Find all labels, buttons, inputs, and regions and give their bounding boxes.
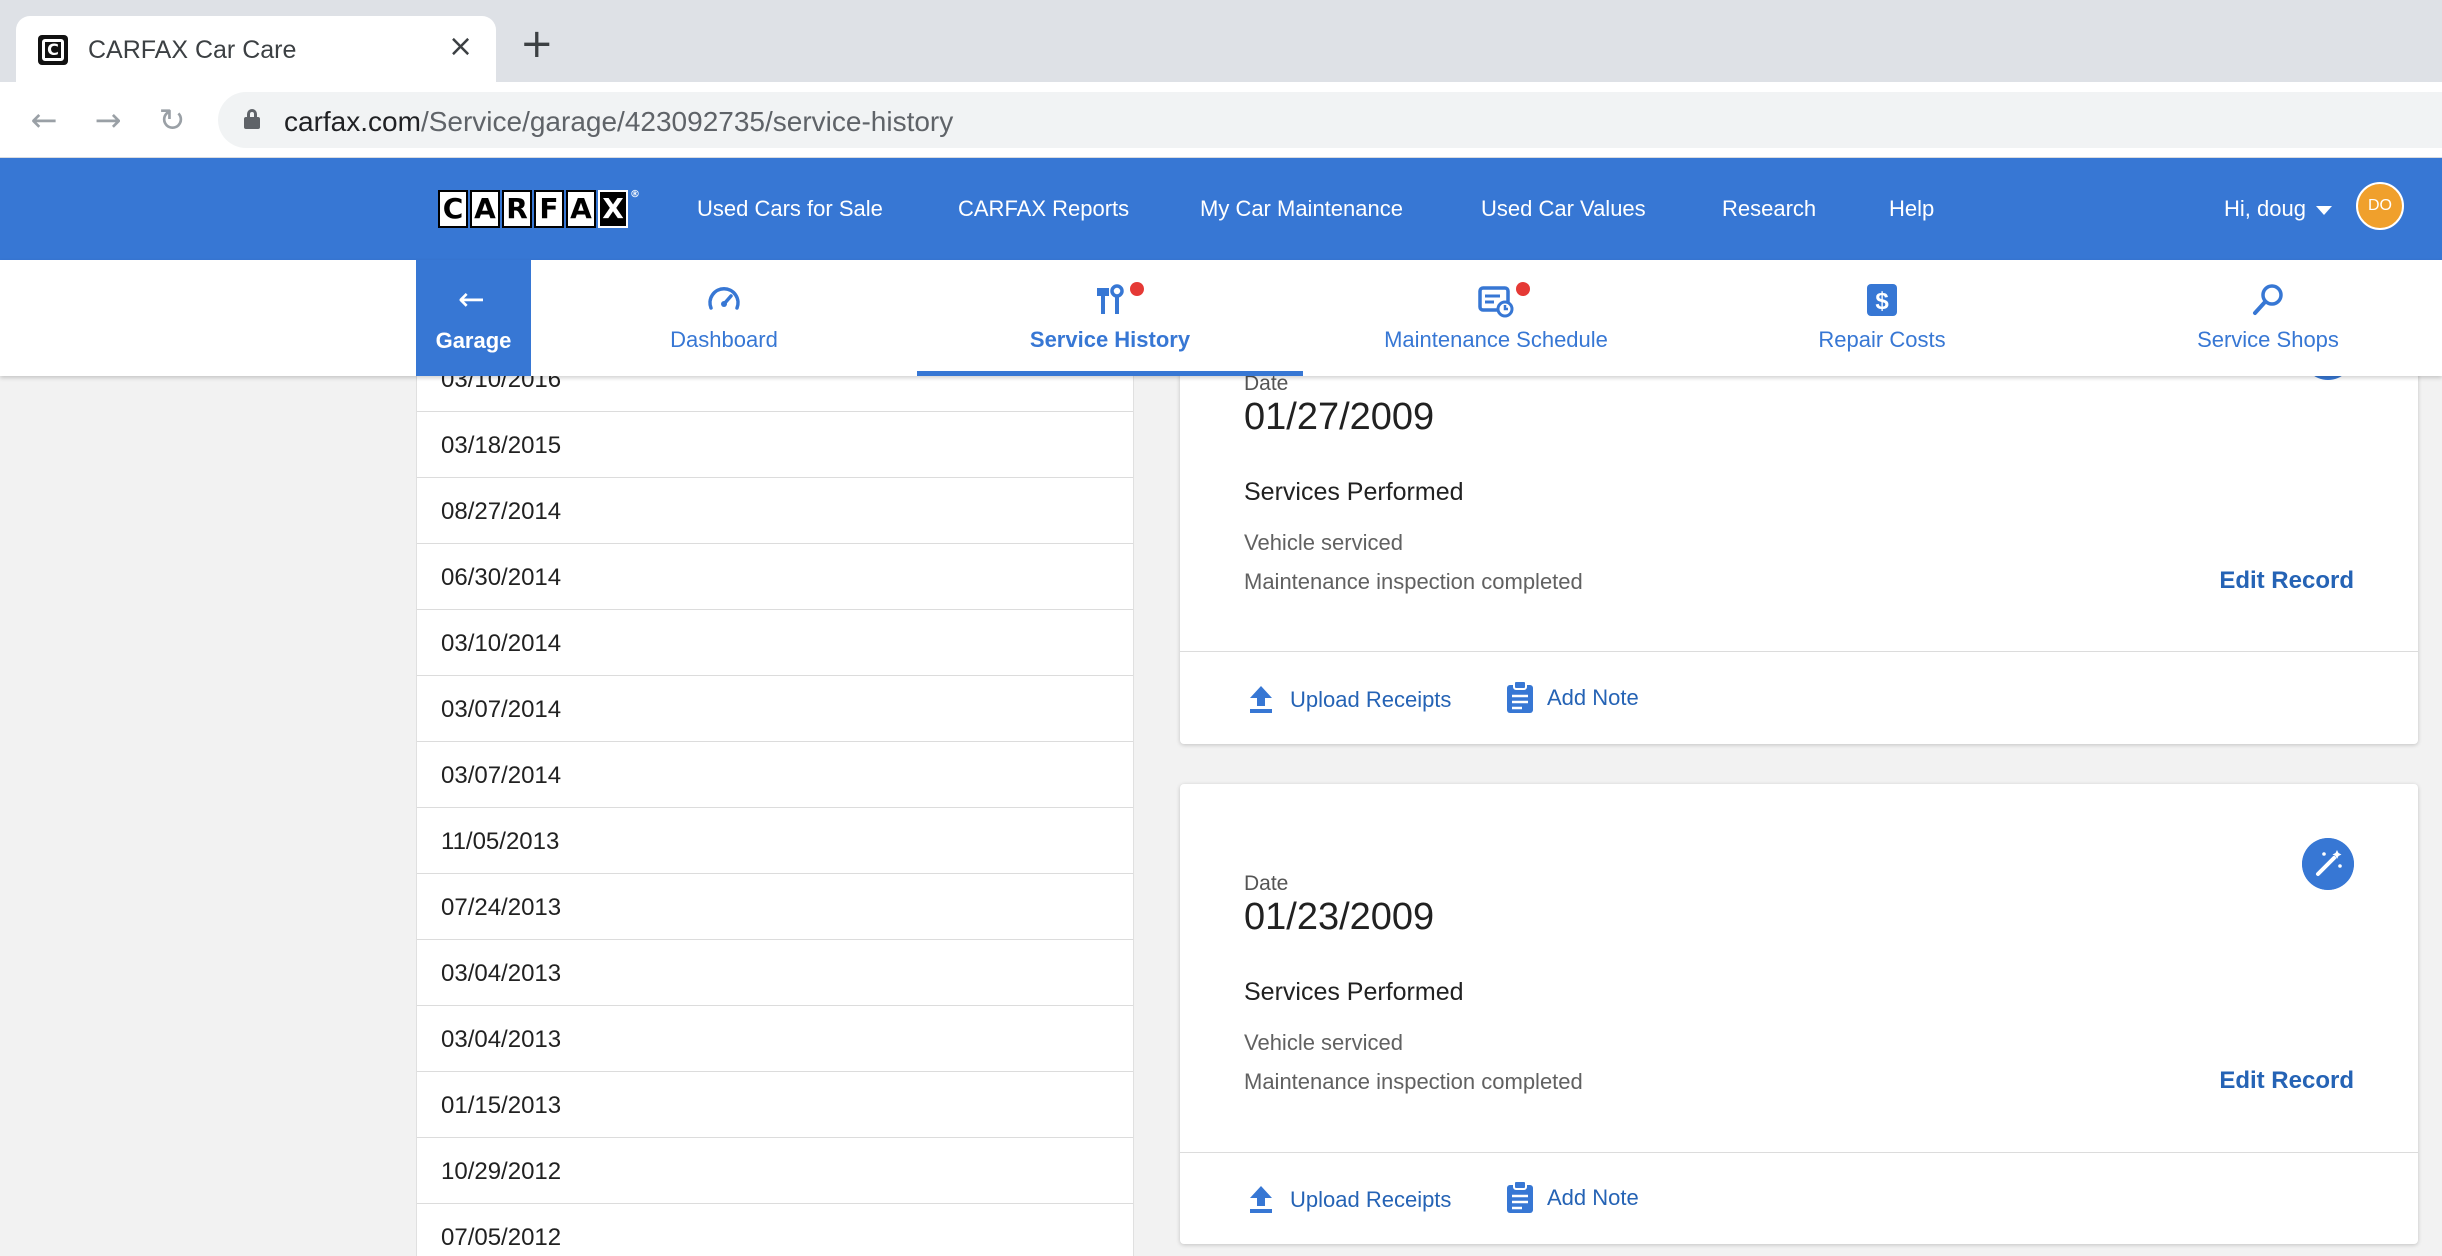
add-note-button[interactable]: Add Note bbox=[1547, 685, 1639, 711]
upload-icon[interactable] bbox=[1248, 684, 1274, 714]
list-item[interactable]: 01/15/2013 bbox=[417, 1072, 1133, 1138]
clipboard-icon[interactable] bbox=[1506, 680, 1534, 714]
record-date: 01/27/2009 bbox=[1244, 396, 1435, 438]
nav-carfax-reports[interactable]: CARFAX Reports bbox=[958, 196, 1129, 222]
nav-used-car-values[interactable]: Used Car Values bbox=[1481, 196, 1646, 222]
service-item: Vehicle serviced bbox=[1244, 530, 1403, 555]
forward-arrow-icon[interactable]: → bbox=[88, 100, 128, 140]
magic-wand-icon[interactable] bbox=[2302, 838, 2354, 890]
list-item[interactable]: 03/07/2014 bbox=[417, 742, 1133, 808]
services-performed-heading: Services Performed bbox=[1244, 478, 1464, 506]
dollar-icon: $ bbox=[1867, 284, 1897, 316]
date-label: Date bbox=[1244, 872, 1289, 895]
user-menu-label[interactable]: Hi, doug bbox=[2224, 196, 2306, 222]
list-item[interactable]: 03/10/2016 bbox=[417, 376, 1133, 412]
list-item[interactable]: 07/24/2013 bbox=[417, 874, 1133, 940]
back-arrow-icon[interactable]: ← bbox=[24, 100, 64, 140]
tab-maintenance-schedule[interactable]: Maintenance Schedule bbox=[1303, 260, 1689, 376]
tab-label: Service Shops bbox=[2197, 327, 2339, 352]
add-note-button[interactable]: Add Note bbox=[1547, 1185, 1639, 1211]
list-item[interactable]: 03/07/2014 bbox=[417, 676, 1133, 742]
reload-icon[interactable]: ↻ bbox=[152, 100, 192, 140]
schedule-icon bbox=[1478, 286, 1514, 318]
service-item: Maintenance inspection completed bbox=[1244, 1069, 1583, 1094]
nav-help[interactable]: Help bbox=[1889, 196, 1934, 222]
list-item[interactable]: 03/04/2013 bbox=[417, 1006, 1133, 1072]
edit-record-link[interactable]: Edit Record bbox=[2219, 1067, 2354, 1095]
svg-text:$: $ bbox=[1875, 288, 1889, 315]
list-item[interactable]: 03/04/2013 bbox=[417, 940, 1133, 1006]
back-arrow-icon: ← bbox=[458, 280, 485, 318]
tab-label: Repair Costs bbox=[1818, 327, 1946, 352]
new-tab-button[interactable]: + bbox=[520, 24, 554, 64]
tab-label: Service History bbox=[1029, 327, 1191, 352]
vehicle-subnav: ← Garage Dashboard Service History Maint… bbox=[0, 260, 2442, 376]
browser-toolbar: ← → ↻ carfax.com/Service/garage/42309273… bbox=[0, 82, 2442, 158]
list-item[interactable]: 07/05/2012 bbox=[417, 1204, 1133, 1256]
lock-icon[interactable] bbox=[244, 109, 260, 129]
alert-dot bbox=[1130, 282, 1144, 296]
tab-close-icon[interactable]: × bbox=[448, 32, 473, 62]
garage-back-button[interactable]: ← Garage bbox=[416, 260, 531, 376]
tab-dashboard[interactable]: Dashboard bbox=[531, 260, 917, 376]
tab-repair-costs[interactable]: $ Repair Costs bbox=[1689, 260, 2075, 376]
upload-icon[interactable] bbox=[1248, 1184, 1274, 1214]
carfax-favicon-icon: C bbox=[38, 35, 68, 65]
tab-service-shops[interactable]: Service Shops bbox=[2075, 260, 2442, 376]
tab-label: Maintenance Schedule bbox=[1384, 327, 1608, 352]
site-header: C A R F A X ® Used Cars for Sale CARFAX … bbox=[0, 158, 2442, 260]
browser-tabstrip: C CARFAX Car Care × + bbox=[0, 0, 2442, 82]
list-item[interactable]: 03/10/2014 bbox=[417, 610, 1133, 676]
alert-dot bbox=[1516, 282, 1530, 296]
nav-used-cars-for-sale[interactable]: Used Cars for Sale bbox=[697, 196, 883, 222]
card-divider bbox=[1180, 651, 2418, 652]
card-divider bbox=[1180, 1152, 2418, 1153]
clipboard-icon[interactable] bbox=[1506, 1180, 1534, 1214]
services-performed-heading: Services Performed bbox=[1244, 978, 1464, 1006]
upload-receipts-button[interactable]: Upload Receipts bbox=[1290, 687, 1451, 713]
search-icon bbox=[2253, 284, 2283, 315]
address-bar[interactable]: carfax.com/Service/garage/423092735/serv… bbox=[218, 92, 2442, 148]
list-item[interactable]: 10/29/2012 bbox=[417, 1138, 1133, 1204]
nav-my-car-maintenance[interactable]: My Car Maintenance bbox=[1200, 196, 1403, 222]
list-item[interactable]: 11/05/2013 bbox=[417, 808, 1133, 874]
nav-research[interactable]: Research bbox=[1722, 196, 1816, 222]
service-item: Vehicle serviced bbox=[1244, 1030, 1403, 1055]
speedometer-icon bbox=[708, 287, 740, 310]
list-item[interactable]: 08/27/2014 bbox=[417, 478, 1133, 544]
record-date: 01/23/2009 bbox=[1244, 896, 1435, 938]
tools-icon bbox=[1097, 284, 1124, 314]
browser-tab[interactable]: C CARFAX Car Care × bbox=[16, 16, 496, 82]
list-item[interactable]: 06/30/2014 bbox=[417, 544, 1133, 610]
edit-record-link[interactable]: Edit Record bbox=[2219, 567, 2354, 595]
service-item: Maintenance inspection completed bbox=[1244, 569, 1583, 594]
url-text[interactable]: carfax.com/Service/garage/423092735/serv… bbox=[284, 106, 953, 138]
upload-receipts-button[interactable]: Upload Receipts bbox=[1290, 1187, 1451, 1213]
tab-label: Dashboard bbox=[670, 327, 778, 352]
carfax-logo[interactable]: C A R F A X ® bbox=[438, 190, 642, 228]
garage-label: Garage bbox=[435, 328, 512, 353]
tab-title: CARFAX Car Care bbox=[88, 36, 297, 64]
chevron-down-icon[interactable] bbox=[2316, 206, 2332, 215]
service-date-list: 03/10/2016 03/18/2015 08/27/2014 06/30/2… bbox=[416, 376, 1134, 1256]
service-record-card: Date 01/27/2009 Services Performed Vehic… bbox=[1180, 330, 2418, 744]
tab-service-history[interactable]: Service History bbox=[917, 260, 1303, 376]
list-item[interactable]: 03/18/2015 bbox=[417, 412, 1133, 478]
service-record-card: Date 01/23/2009 Services Performed Vehic… bbox=[1180, 784, 2418, 1244]
avatar[interactable]: DO bbox=[2356, 182, 2404, 230]
